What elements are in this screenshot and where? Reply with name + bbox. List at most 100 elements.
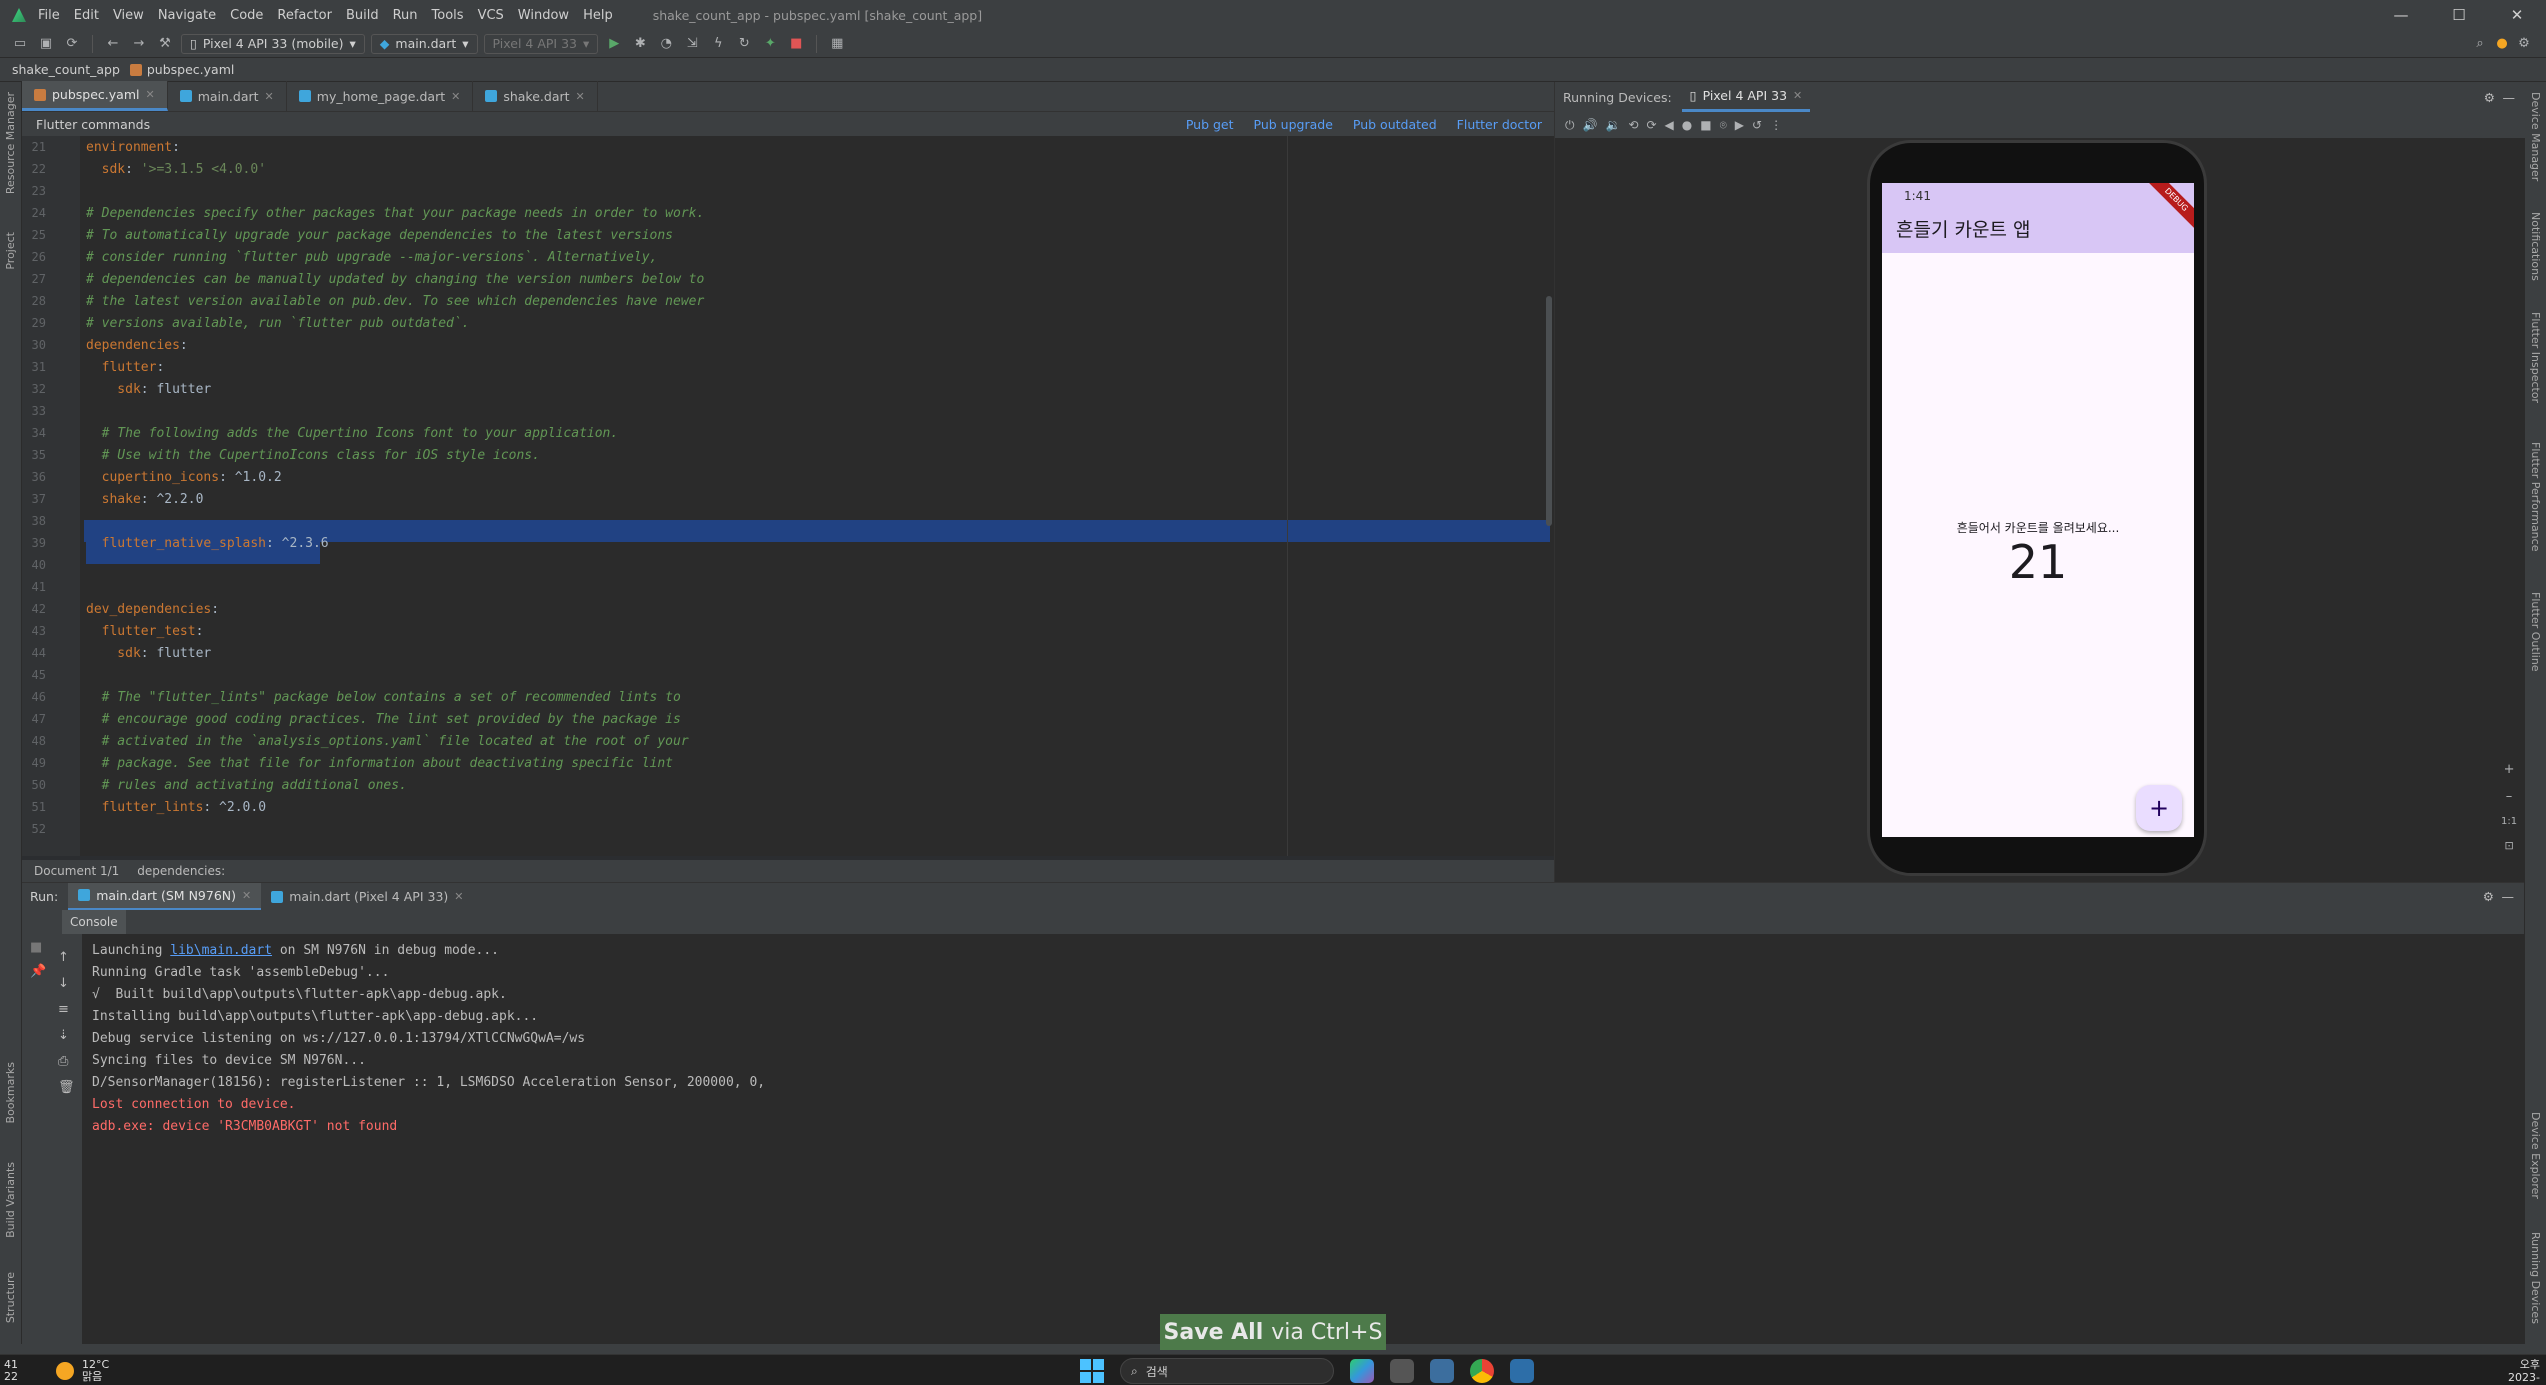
rotate-right-icon[interactable]: ⟳ bbox=[1646, 118, 1656, 132]
forward-icon[interactable]: → bbox=[129, 34, 149, 54]
flutter-cmd-pub-outdated[interactable]: Pub outdated bbox=[1353, 117, 1437, 132]
reset-icon[interactable]: ↺ bbox=[1752, 118, 1762, 132]
flutter-performance-tab[interactable]: Flutter Performance bbox=[2529, 442, 2542, 551]
weather-widget[interactable]: 12°C 맑음 bbox=[56, 1359, 109, 1383]
file-explorer-icon[interactable] bbox=[1390, 1359, 1414, 1383]
bookmarks-tab[interactable]: Bookmarks bbox=[4, 1062, 17, 1123]
flutter-cmd-flutter-doctor[interactable]: Flutter doctor bbox=[1457, 117, 1542, 132]
hot-reload-icon[interactable]: ϟ bbox=[708, 34, 728, 54]
chrome-icon[interactable] bbox=[1470, 1359, 1494, 1383]
volume-down-icon[interactable]: 🔉 bbox=[1605, 118, 1620, 132]
debug-icon[interactable]: ✱ bbox=[630, 34, 650, 54]
print-icon[interactable]: ⎙ bbox=[58, 1054, 68, 1069]
structure-tab[interactable]: Structure bbox=[4, 1272, 17, 1323]
breadcrumb-project[interactable]: shake_count_app bbox=[12, 62, 120, 77]
editor-tab-shake-dart[interactable]: shake.dart ✕ bbox=[473, 81, 598, 111]
minimize-icon[interactable]: — bbox=[2372, 0, 2430, 30]
flutter-cmd-pub-get[interactable]: Pub get bbox=[1186, 117, 1234, 132]
fit-screen-icon[interactable]: ⊡ bbox=[2504, 839, 2513, 852]
open-folder-icon[interactable]: ▭ bbox=[10, 34, 30, 54]
device-explorer-tab[interactable]: Device Explorer bbox=[2529, 1112, 2542, 1199]
run-config-selector[interactable]: ◆ main.dart ▾ bbox=[370, 33, 478, 54]
menu-tools[interactable]: Tools bbox=[432, 8, 464, 23]
close-icon[interactable]: ✕ bbox=[576, 90, 585, 103]
attach-debugger-icon[interactable]: ⇲ bbox=[682, 34, 702, 54]
save-all-icon[interactable]: ▣ bbox=[36, 34, 56, 54]
close-icon[interactable]: ✕ bbox=[451, 90, 460, 103]
arrow-up-icon[interactable]: ↑ bbox=[58, 950, 69, 965]
close-icon[interactable]: ✕ bbox=[265, 90, 274, 103]
windows-start-icon[interactable] bbox=[1080, 1359, 1104, 1383]
flutter-outline-tab[interactable]: Flutter Outline bbox=[2529, 592, 2542, 672]
device-manager-icon[interactable]: ▦ bbox=[827, 34, 847, 54]
run-tab-sm-n976n[interactable]: main.dart (SM N976N) ✕ bbox=[68, 882, 262, 911]
volume-up-icon[interactable]: 🔊 bbox=[1583, 118, 1598, 132]
notifications-tab[interactable]: Notifications bbox=[2529, 212, 2542, 281]
close-icon[interactable]: ✕ bbox=[454, 890, 463, 903]
run-icon[interactable]: ▶ bbox=[604, 34, 624, 54]
flutter-inspector-tab[interactable]: Flutter Inspector bbox=[2529, 312, 2542, 403]
pin-icon[interactable]: 📌 bbox=[30, 964, 46, 979]
run-tab-pixel-4[interactable]: main.dart (Pixel 4 API 33) ✕ bbox=[261, 883, 473, 911]
ide-update-icon[interactable]: ● bbox=[2492, 34, 2512, 54]
close-icon[interactable]: ✕ bbox=[2488, 0, 2546, 30]
zoom-in-icon[interactable]: + bbox=[2504, 762, 2515, 777]
close-icon[interactable]: ✕ bbox=[242, 889, 251, 902]
code-editor[interactable]: 21 environment: 22 sdk: '>=3.1.5 <4.0.0' 23… bbox=[22, 136, 1554, 856]
emulator-screen[interactable]: 1:41 흔들기 카운트 앱 DEBUG 흔들어서 카운트를 올려보세요... … bbox=[1882, 183, 2194, 837]
close-icon[interactable]: ✕ bbox=[145, 88, 154, 101]
hot-restart-icon[interactable]: ↻ bbox=[734, 34, 754, 54]
back-icon[interactable]: ◀ bbox=[1665, 118, 1674, 132]
device-tab[interactable]: ▯ Pixel 4 API 33 ✕ bbox=[1681, 82, 1811, 112]
menu-vcs[interactable]: VCS bbox=[478, 8, 504, 23]
device-selector[interactable]: ▯ Pixel 4 API 33 (mobile) ▾ bbox=[181, 33, 365, 54]
stop-icon[interactable]: ■ bbox=[786, 34, 806, 54]
build-variants-tab[interactable]: Build Variants bbox=[4, 1162, 17, 1238]
flutter-cmd-pub-upgrade[interactable]: Pub upgrade bbox=[1254, 117, 1333, 132]
resource-manager-tab[interactable]: Resource Manager bbox=[4, 92, 17, 194]
overview-icon[interactable]: ■ bbox=[1700, 118, 1711, 132]
editor-scrollbar[interactable] bbox=[1546, 296, 1552, 526]
editor-tab-pubspec-yaml[interactable]: pubspec.yaml ✕ bbox=[22, 81, 168, 111]
project-tab[interactable]: Project bbox=[4, 232, 17, 270]
build-icon[interactable]: ⚒ bbox=[155, 34, 175, 54]
sync-icon[interactable]: ⟳ bbox=[62, 34, 82, 54]
trash-icon[interactable]: 🗑 bbox=[58, 1080, 75, 1095]
arrow-down-icon[interactable]: ↓ bbox=[58, 976, 69, 991]
menu-run[interactable]: Run bbox=[393, 8, 418, 23]
system-clock[interactable]: 오후 2023- bbox=[2508, 1358, 2540, 1384]
running-devices-tab[interactable]: Running Devices bbox=[2529, 1232, 2542, 1324]
copilot-icon[interactable] bbox=[1350, 1359, 1374, 1383]
power-icon[interactable]: ⏻ bbox=[1565, 118, 1575, 133]
structure-path[interactable]: dependencies: bbox=[137, 864, 225, 878]
rotate-left-icon[interactable]: ⟲ bbox=[1628, 118, 1638, 132]
home-icon[interactable]: ● bbox=[1682, 118, 1692, 132]
hide-icon[interactable]: — bbox=[2503, 90, 2516, 105]
breadcrumb-file[interactable]: pubspec.yaml bbox=[129, 62, 234, 77]
editor-tab-my-home-page-dart[interactable]: my_home_page.dart ✕ bbox=[287, 81, 474, 111]
hide-icon[interactable]: — bbox=[2502, 889, 2515, 904]
menu-file[interactable]: File bbox=[38, 8, 60, 23]
editor-tab-main-dart[interactable]: main.dart ✕ bbox=[168, 81, 287, 111]
menu-window[interactable]: Window bbox=[518, 8, 569, 23]
menu-view[interactable]: View bbox=[113, 8, 144, 23]
zoom-out-icon[interactable]: – bbox=[2506, 789, 2513, 804]
more-icon[interactable]: ⋮ bbox=[1770, 118, 1782, 132]
menu-build[interactable]: Build bbox=[346, 8, 379, 23]
android-studio-taskbar-icon[interactable] bbox=[1430, 1359, 1454, 1383]
stop-icon[interactable]: ■ bbox=[30, 940, 42, 955]
console-tab[interactable]: Console bbox=[62, 910, 126, 934]
main-dart-link[interactable]: lib\main.dart bbox=[170, 943, 272, 958]
soft-wrap-icon[interactable]: ≡ bbox=[58, 1002, 69, 1017]
menu-code[interactable]: Code bbox=[230, 8, 263, 23]
android-icon[interactable]: ✦ bbox=[760, 34, 780, 54]
profile-icon[interactable]: ◔ bbox=[656, 34, 676, 54]
menu-navigate[interactable]: Navigate bbox=[158, 8, 216, 23]
console-output[interactable]: Launching lib\main.dart on SM N976N in d… bbox=[82, 934, 2524, 1344]
menu-edit[interactable]: Edit bbox=[74, 8, 99, 23]
menu-help[interactable]: Help bbox=[583, 8, 613, 23]
maximize-icon[interactable]: ☐ bbox=[2430, 0, 2488, 30]
increment-fab[interactable]: + bbox=[2136, 785, 2182, 831]
screenshot-icon[interactable]: ⌾ bbox=[1720, 118, 1727, 133]
settings-icon[interactable]: ⚙ bbox=[2514, 34, 2534, 54]
